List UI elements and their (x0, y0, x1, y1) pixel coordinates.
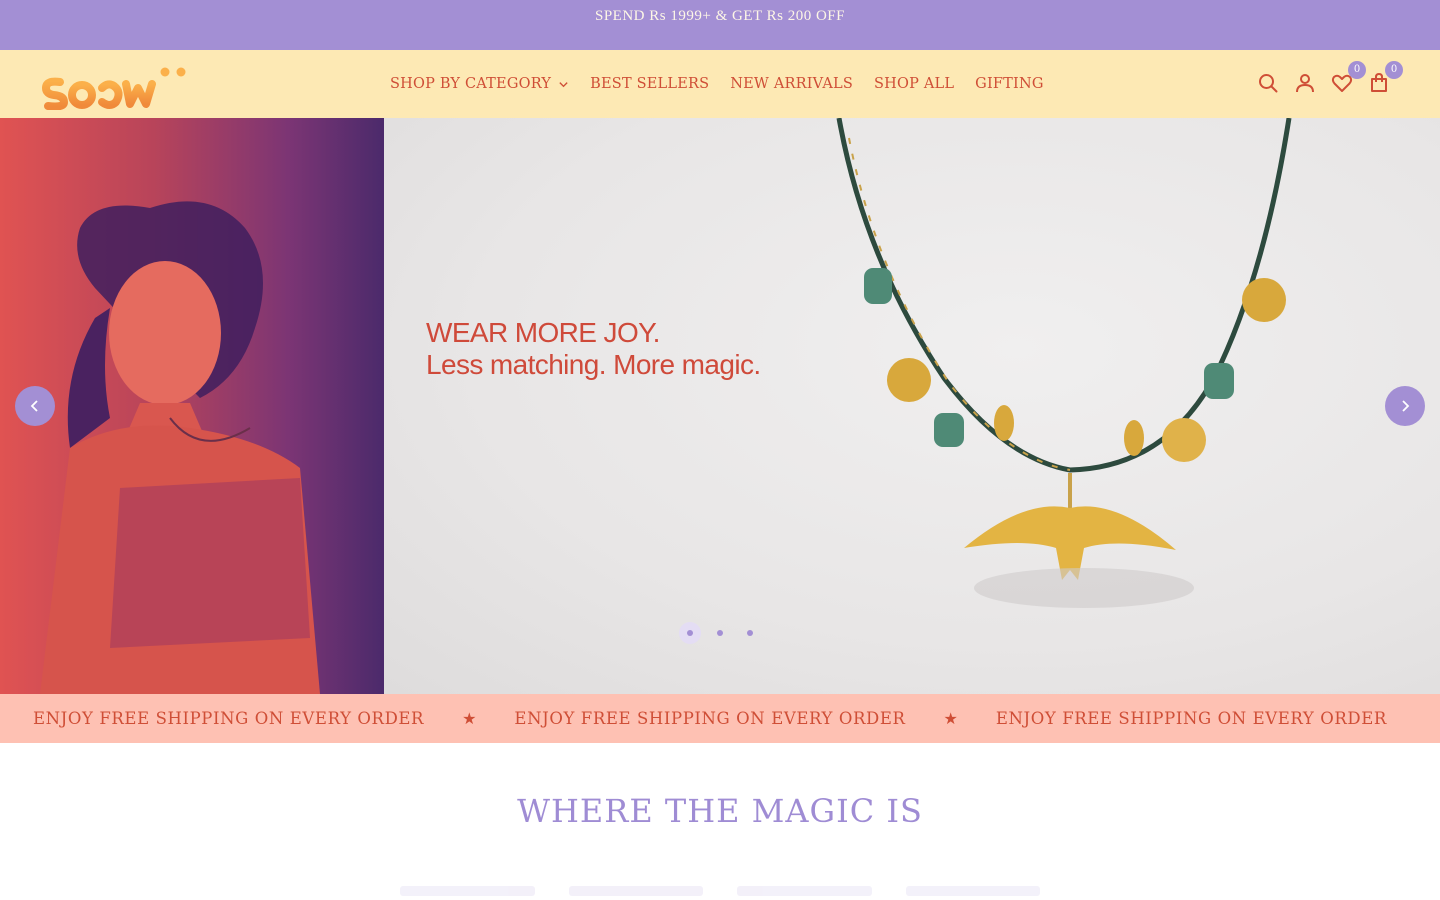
hero-headline-line-2: Less matching. More magic. (426, 349, 761, 380)
shipping-marquee: ENJOY FREE SHIPPING ON EVERY ORDER ★ ENJ… (0, 694, 1440, 743)
nav-label: NEW ARRIVALS (730, 76, 853, 92)
account-icon (1296, 74, 1314, 93)
model-photo (40, 201, 320, 694)
nav-shop-all[interactable]: SHOP ALL (874, 76, 954, 92)
main-nav: SHOP BY CATEGORY BEST SELLERS NEW ARRIVA… (390, 50, 1044, 118)
wishlist-count-badge: 0 (1348, 61, 1366, 79)
hero-slider: WEAR MORE JOY. Less matching. More magic… (0, 118, 1440, 694)
chevron-down-icon (559, 81, 568, 87)
nav-shop-by-category[interactable]: SHOP BY CATEGORY (390, 76, 569, 92)
cart-button[interactable]: 0 (1367, 61, 1403, 97)
necklace-photo (836, 118, 1292, 608)
hero-model-image (0, 118, 384, 694)
announcement-text: SPEND Rs 1999+ & GET Rs 200 OFF (595, 8, 845, 24)
site-header: SHOP BY CATEGORY BEST SELLERS NEW ARRIVA… (0, 50, 1440, 118)
nav-new-arrivals[interactable]: NEW ARRIVALS (730, 76, 853, 92)
slider-dot-3[interactable] (739, 622, 761, 644)
slider-dot-2[interactable] (709, 622, 731, 644)
star-icon: ★ (943, 709, 958, 728)
nav-label: GIFTING (975, 76, 1044, 92)
cart-count-badge: 0 (1385, 61, 1403, 79)
slider-prev-button[interactable] (15, 386, 55, 426)
slider-dot-1[interactable] (679, 622, 701, 644)
chevron-left-icon (30, 400, 38, 412)
account-button[interactable] (1293, 71, 1319, 97)
slider-dots (679, 622, 761, 644)
marquee-item: ENJOY FREE SHIPPING ON EVERY ORDER (33, 709, 425, 728)
hero-headline-line-1: WEAR MORE JOY. (426, 317, 660, 348)
search-button[interactable] (1256, 71, 1282, 97)
hero-headline: WEAR MORE JOY. Less matching. More magic… (426, 317, 761, 381)
chevron-right-icon (1402, 400, 1410, 412)
section-content-peek (400, 880, 1040, 900)
nav-gifting[interactable]: GIFTING (975, 76, 1043, 92)
hero-product-image (384, 118, 1440, 694)
marquee-item: ENJOY FREE SHIPPING ON EVERY ORDER (995, 709, 1387, 728)
nav-label: BEST SELLERS (590, 76, 710, 92)
logo[interactable] (38, 58, 194, 111)
slider-next-button[interactable] (1385, 386, 1425, 426)
search-icon (1259, 74, 1278, 93)
nav-best-sellers[interactable]: BEST SELLERS (590, 76, 709, 92)
section-title: WHERE THE MAGIC IS (517, 792, 923, 830)
star-icon: ★ (462, 709, 477, 728)
announcement-bar: SPEND Rs 1999+ & GET Rs 200 OFF (0, 0, 1440, 50)
marquee-track: ENJOY FREE SHIPPING ON EVERY ORDER ★ ENJ… (33, 694, 1387, 743)
nav-label: SHOP ALL (874, 76, 955, 92)
nav-label: SHOP BY CATEGORY (390, 76, 552, 92)
marquee-item: ENJOY FREE SHIPPING ON EVERY ORDER (514, 709, 906, 728)
logo-wordmark (42, 62, 186, 111)
header-icons: 0 0 (1256, 50, 1404, 118)
wishlist-button[interactable]: 0 (1330, 61, 1366, 97)
